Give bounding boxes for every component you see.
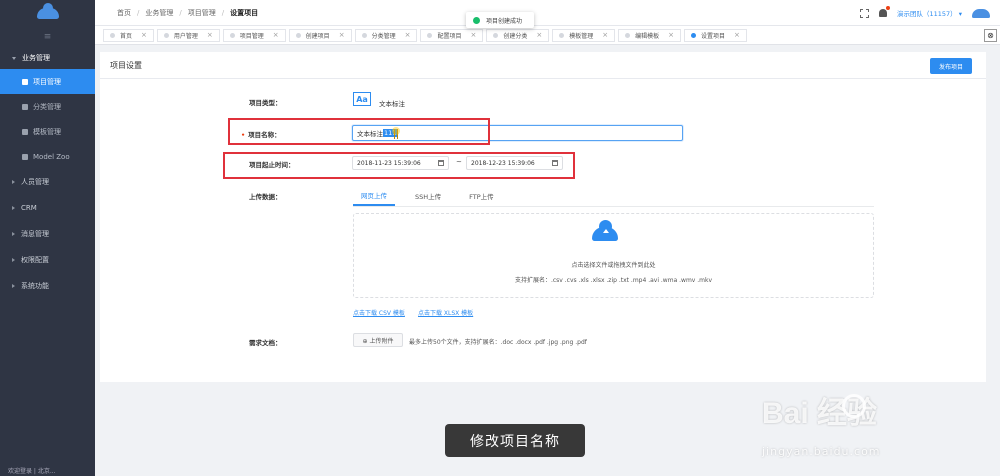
download-xlsx-template-link[interactable]: 点击下载 XLSX 模板 bbox=[418, 308, 473, 317]
chevron-down-icon bbox=[12, 56, 16, 60]
video-caption: 修改项目名称 bbox=[445, 424, 585, 457]
tab-ssh-upload[interactable]: SSH上传 bbox=[407, 186, 449, 206]
close-icon[interactable]: × bbox=[207, 31, 213, 39]
close-icon[interactable]: × bbox=[141, 31, 147, 39]
text-annotation-icon: Aa bbox=[353, 92, 371, 106]
sidebar-item-label: 项目管理 bbox=[33, 77, 61, 86]
sidebar-group-label: 系统功能 bbox=[21, 282, 49, 290]
file-drop-zone[interactable]: 点击选择文件或拖拽文件到此处 支持扩展名：.csv .cvs .xls .xls… bbox=[353, 213, 874, 298]
sidebar-group-crm[interactable]: CRM bbox=[0, 195, 95, 221]
sidebar-item-template-management[interactable]: 模板管理 bbox=[0, 119, 95, 144]
sidebar: ≡ 业务管理 项目管理 分类管理 模板管理 Model Zoo 人员管理 CRM… bbox=[0, 0, 95, 476]
chevron-right-icon bbox=[12, 232, 15, 236]
cloud-logo-icon bbox=[36, 3, 59, 19]
tab-users[interactable]: 用户管理 × bbox=[156, 28, 220, 42]
page-title: 项目设置 bbox=[100, 52, 986, 79]
close-all-tabs-icon[interactable]: ⊗ bbox=[984, 29, 997, 42]
breadcrumb-home[interactable]: 首页 bbox=[117, 8, 131, 18]
chevron-right-icon bbox=[12, 206, 15, 210]
upload-cloud-icon bbox=[592, 220, 618, 241]
sidebar-item-label: 分类管理 bbox=[33, 102, 61, 111]
download-csv-template-link[interactable]: 点击下载 CSV 模板 bbox=[353, 308, 405, 317]
sidebar-group-system[interactable]: 系统功能 bbox=[0, 273, 95, 299]
sidebar-group-label: 权限配置 bbox=[21, 256, 49, 264]
close-icon[interactable]: × bbox=[734, 31, 740, 39]
project-icon bbox=[22, 78, 28, 85]
user-avatar[interactable] bbox=[972, 8, 990, 18]
team-switcher[interactable]: 演示团队（11157） ▾ bbox=[897, 8, 962, 18]
close-icon[interactable]: × bbox=[405, 31, 411, 39]
template-icon bbox=[22, 128, 28, 135]
sidebar-group-messages[interactable]: 消息管理 bbox=[0, 221, 95, 247]
header-actions: 演示团队（11157） ▾ bbox=[859, 0, 990, 26]
tab-projects[interactable]: 项目管理 × bbox=[222, 28, 286, 42]
sidebar-item-project-management[interactable]: 项目管理 bbox=[0, 69, 95, 94]
project-settings-panel: 项目设置 发布项目 项目类型： Aa 文本标注 • 项目名称： 文本标注 111 项… bbox=[100, 52, 986, 382]
baidu-paw-icon bbox=[842, 394, 866, 418]
tab-home[interactable]: 首页 × bbox=[103, 28, 154, 42]
drop-hint: 点击选择文件或拖拽文件到此处 bbox=[571, 262, 656, 269]
highlight-box-name bbox=[228, 118, 490, 145]
tab-project-settings[interactable]: 设置项目 × bbox=[684, 28, 747, 42]
sidebar-item-model-zoo[interactable]: Model Zoo bbox=[0, 144, 95, 169]
fullscreen-icon[interactable] bbox=[859, 8, 869, 18]
tab-templates[interactable]: 模板管理 × bbox=[552, 28, 616, 42]
app-logo[interactable] bbox=[0, 0, 95, 27]
tab-web-upload[interactable]: 网页上传 bbox=[353, 186, 395, 206]
close-icon[interactable]: × bbox=[668, 31, 674, 39]
chevron-right-icon bbox=[12, 180, 15, 184]
chevron-right-icon bbox=[12, 258, 15, 262]
category-icon bbox=[22, 103, 28, 110]
tab-bar: 首页 × 用户管理 × 项目管理 × 创建项目 × 分类管理 × 配置项目 × 创建分类 × … bbox=[95, 26, 1000, 45]
model-icon bbox=[22, 153, 28, 160]
breadcrumb-current: 设置项目 bbox=[230, 8, 259, 17]
close-icon[interactable]: × bbox=[273, 31, 279, 39]
success-toast: 项目创建成功 bbox=[466, 12, 534, 28]
upload-method-tabs: 网页上传 SSH上传 FTP上传 bbox=[353, 186, 514, 206]
sidebar-group-permissions[interactable]: 权限配置 bbox=[0, 247, 95, 273]
sidebar-group-label: 消息管理 bbox=[21, 230, 49, 238]
tab-create-category[interactable]: 创建分类 × bbox=[486, 28, 550, 42]
drop-extensions: 支持扩展名：.csv .cvs .xls .xlsx .zip .txt .mp… bbox=[514, 277, 713, 284]
sidebar-item-category-management[interactable]: 分类管理 bbox=[0, 94, 95, 119]
breadcrumb-projects[interactable]: 项目管理 bbox=[188, 8, 216, 18]
close-icon[interactable]: × bbox=[602, 31, 608, 39]
sidebar-group-label: CRM bbox=[21, 204, 37, 212]
sidebar-group-people[interactable]: 人员管理 bbox=[0, 169, 95, 195]
project-type-label: 项目类型： bbox=[249, 99, 282, 107]
tabs-divider bbox=[353, 206, 874, 207]
sidebar-group-label: 业务管理 bbox=[22, 54, 50, 62]
sidebar-group-business[interactable]: 业务管理 bbox=[0, 47, 95, 69]
upload-attachment-button[interactable]: ⊕ 上传附件 bbox=[353, 333, 403, 347]
tab-create-project[interactable]: 创建项目 × bbox=[288, 28, 352, 42]
sidebar-bottom-text: 欢迎登录 | 北京... bbox=[8, 468, 56, 475]
watermark-domain: jingyan.baidu.com bbox=[762, 445, 881, 458]
requirement-doc-label: 需求文档： bbox=[249, 339, 282, 347]
sidebar-item-label: 模板管理 bbox=[33, 127, 61, 136]
close-icon[interactable]: × bbox=[339, 31, 345, 39]
upload-data-label: 上传数据： bbox=[249, 193, 282, 201]
close-icon[interactable]: × bbox=[470, 31, 476, 39]
tab-edit-template[interactable]: 编辑模板 × bbox=[618, 28, 682, 42]
sidebar-toggle-icon[interactable]: ≡ bbox=[0, 27, 95, 47]
chevron-right-icon bbox=[12, 284, 15, 288]
highlight-box-time bbox=[223, 152, 575, 179]
bell-icon[interactable] bbox=[878, 6, 890, 17]
breadcrumb: 首页 / 业务管理 / 项目管理 / 设置项目 bbox=[117, 8, 259, 18]
tab-ftp-upload[interactable]: FTP上传 bbox=[461, 186, 502, 206]
close-icon[interactable]: × bbox=[536, 31, 542, 39]
project-type-value: 文本标注 bbox=[379, 100, 405, 108]
publish-project-button[interactable]: 发布项目 bbox=[930, 58, 972, 74]
breadcrumb-business[interactable]: 业务管理 bbox=[145, 8, 173, 18]
tab-configure-project[interactable]: 配置项目 × bbox=[420, 28, 484, 42]
top-header: 首页 / 业务管理 / 项目管理 / 设置项目 演示团队（11157） ▾ bbox=[95, 0, 1000, 26]
tab-categories[interactable]: 分类管理 × bbox=[354, 28, 418, 42]
check-circle-icon bbox=[473, 16, 480, 24]
sidebar-group-label: 人员管理 bbox=[21, 178, 49, 186]
sidebar-item-label: Model Zoo bbox=[33, 152, 70, 161]
attachment-note: 最多上传50个文件，支持扩展名：.doc .docx .pdf .jpg .pn… bbox=[409, 339, 587, 346]
